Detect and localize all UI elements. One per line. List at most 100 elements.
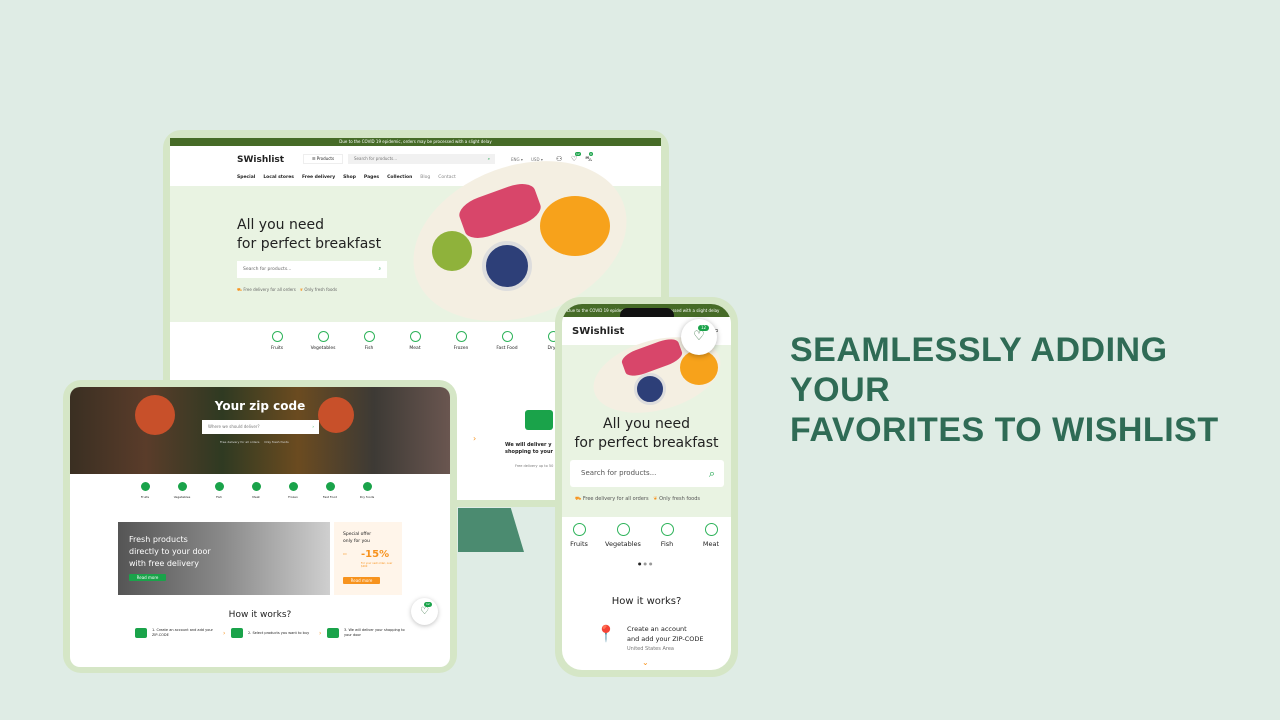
chevron-right-icon[interactable]: ›: [473, 434, 476, 443]
chevron-right-icon: ›: [223, 629, 226, 637]
category-item[interactable]: Meat: [241, 482, 271, 499]
category-label: Meat: [702, 540, 720, 548]
delivery-icon: ⛟: [575, 496, 582, 502]
how-it-works-title: How it works?: [228, 610, 292, 620]
cart-badge: 0: [589, 152, 593, 156]
zip-note-1: Free delivery for all orders: [220, 440, 260, 444]
step-text: 1. Create an account and add your ZIP-CO…: [152, 628, 213, 637]
search-input[interactable]: Search for products... ⌕: [570, 460, 724, 487]
special-offer-card: Special offer only for you ▭ -15% For you…: [334, 522, 402, 595]
category-item[interactable]: Fruits: [130, 482, 160, 499]
category-item[interactable]: Vegetables: [603, 523, 643, 548]
offer-line-1: Special offer: [343, 532, 372, 537]
feature-free-delivery: Free delivery for all orders: [243, 287, 296, 292]
tablet-screen: Your zip code Where we should deliver? › …: [70, 387, 450, 667]
logo[interactable]: SWishlist: [237, 155, 284, 165]
offer-read-more-button[interactable]: Read more: [343, 577, 380, 584]
category-icon: [572, 523, 586, 536]
hero-search-input[interactable]: Search for products... ⌕: [237, 261, 387, 278]
nav-pages[interactable]: Pages: [364, 175, 379, 180]
hero-title-line-2: for perfect breakfast: [574, 435, 719, 451]
nav-contact[interactable]: Contact: [438, 175, 456, 180]
main-nav: Special Local stores Free delivery Shop …: [237, 175, 456, 180]
step-item: 2. Select products you want to buy ›: [231, 628, 321, 638]
category-label: Frozen: [288, 495, 298, 499]
category-item[interactable]: Vegetables: [167, 482, 197, 499]
cart-icon[interactable]: ⛍ 0: [585, 152, 593, 164]
category-item[interactable]: Fish: [204, 482, 234, 499]
search-icon[interactable]: ⌕: [709, 460, 715, 487]
search-icon[interactable]: ⌕: [488, 154, 490, 164]
category-item[interactable]: Fruits: [257, 331, 297, 351]
search-icon[interactable]: ⌕: [378, 261, 381, 278]
nav-blog[interactable]: Blog: [420, 175, 430, 180]
category-icon: [616, 523, 630, 536]
zip-input[interactable]: Where we should deliver? ›: [202, 420, 319, 434]
blueberries-image: [634, 373, 666, 405]
wishlist-icon[interactable]: ♡ 12: [571, 152, 581, 163]
heart-icon: ♡: [420, 606, 429, 617]
category-icon: [409, 331, 421, 342]
zip-title: Your zip code: [214, 399, 306, 413]
leaf-icon: ❦: [653, 496, 658, 502]
category-item[interactable]: Frozen: [441, 331, 481, 351]
blueberries-image: [482, 241, 532, 291]
nav-free-delivery[interactable]: Free delivery: [302, 175, 335, 180]
category-icon: [288, 482, 298, 491]
offer-discount: -15%: [361, 549, 390, 560]
nav-local-stores[interactable]: Local stores: [263, 175, 294, 180]
category-item[interactable]: Fast Food: [487, 331, 527, 351]
nav-shop[interactable]: Shop: [343, 175, 356, 180]
carousel-dots[interactable]: ●●●: [638, 561, 654, 566]
category-icon: [251, 482, 261, 491]
category-icon: [362, 482, 372, 491]
hero-title: All you need for perfect breakfast: [562, 415, 731, 453]
promo-banner: Fresh products directly to your door with …: [118, 522, 330, 595]
logo[interactable]: SWishlist: [572, 326, 624, 337]
category-item[interactable]: Meat: [691, 523, 731, 548]
promo-title: Fresh products directly to your door with …: [129, 534, 211, 570]
category-icon: [140, 482, 150, 491]
category-icon: [214, 482, 224, 491]
products-menu-button[interactable]: ☰ Products: [303, 154, 343, 164]
category-item[interactable]: Fast Food: [315, 482, 345, 499]
category-item[interactable]: Frozen: [278, 482, 308, 499]
category-label: Vegetables: [310, 346, 336, 351]
category-item[interactable]: Meat: [395, 331, 435, 351]
category-item[interactable]: Fish: [647, 523, 687, 548]
delivery-truck-icon: [525, 410, 553, 430]
products-label: Products: [316, 156, 335, 161]
promo-read-more-button[interactable]: Read more: [129, 574, 166, 581]
zip-placeholder: Where we should deliver?: [208, 424, 260, 429]
category-item[interactable]: Vegetables: [303, 331, 343, 351]
offer-line-2: only for you: [343, 539, 370, 544]
chevron-right-icon[interactable]: ›: [312, 420, 314, 434]
hero-features: ⛟ Free delivery for all orders ❦ Only fr…: [237, 287, 337, 293]
category-icon: [455, 331, 467, 342]
search-input[interactable]: Search for products... ⌕: [348, 154, 495, 164]
offer-note: For your next order, over $200: [361, 562, 393, 568]
delivery-icon: ⛟: [237, 287, 243, 292]
chevron-down-icon[interactable]: ⌄: [642, 658, 649, 667]
nav-collection[interactable]: Collection: [387, 175, 412, 180]
phone-wishlist-button[interactable]: ♡ 12: [681, 319, 717, 355]
category-label: Fruits: [570, 540, 588, 548]
zip-notes: Free delivery for all orders Only fresh …: [220, 440, 289, 444]
nav-special[interactable]: Special: [237, 175, 255, 180]
language-select[interactable]: ENG ▾: [511, 157, 523, 162]
headline-line-1: SEAMLESSLY ADDING YOUR: [790, 331, 1168, 409]
category-icon: [317, 331, 329, 342]
floating-wishlist-button[interactable]: ♡ 12: [411, 598, 438, 625]
category-label: Frozen: [453, 346, 469, 351]
wishlist-badge: 12: [698, 325, 710, 331]
zip-note-2: Only fresh foods: [264, 440, 289, 444]
step-text: 3. We will deliver your shopping to your…: [344, 628, 405, 637]
category-item[interactable]: Fruits: [562, 523, 599, 548]
category-label: Vegetables: [173, 495, 191, 499]
step-icon: [327, 628, 339, 638]
coupon-icon: ▭: [343, 551, 347, 556]
category-item[interactable]: Dry foods: [352, 482, 382, 499]
category-item[interactable]: Fish: [349, 331, 389, 351]
category-label: Meat: [252, 495, 260, 499]
zip-code-banner: Your zip code Where we should deliver? › …: [70, 387, 450, 474]
